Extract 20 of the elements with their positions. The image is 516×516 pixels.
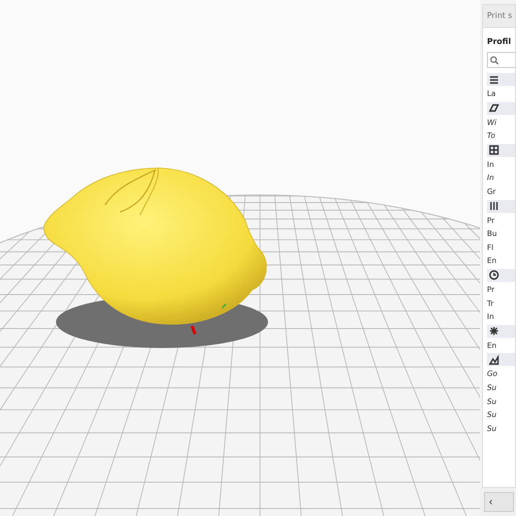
category-icon <box>489 326 499 336</box>
category-icon <box>489 354 499 365</box>
category-header[interactable] <box>487 144 515 157</box>
category-header[interactable] <box>487 200 515 213</box>
axis-gizmo-drawing <box>190 303 227 335</box>
category-header[interactable] <box>487 73 515 86</box>
search-field[interactable] <box>487 52 515 68</box>
panel-title: Profil <box>487 36 512 48</box>
category-header[interactable] <box>487 324 515 338</box>
category-icon <box>489 74 499 84</box>
search-icon <box>490 56 499 64</box>
category-icon <box>489 103 499 114</box>
category-icon <box>489 201 499 212</box>
category-header[interactable] <box>487 102 515 115</box>
category-header[interactable] <box>487 268 515 282</box>
back-button[interactable]: ‹ <box>484 492 514 512</box>
print-settings-tab[interactable]: Print s <box>482 4 516 27</box>
category-icon <box>489 270 499 280</box>
category-header[interactable] <box>487 353 515 366</box>
category-icon <box>489 145 499 156</box>
